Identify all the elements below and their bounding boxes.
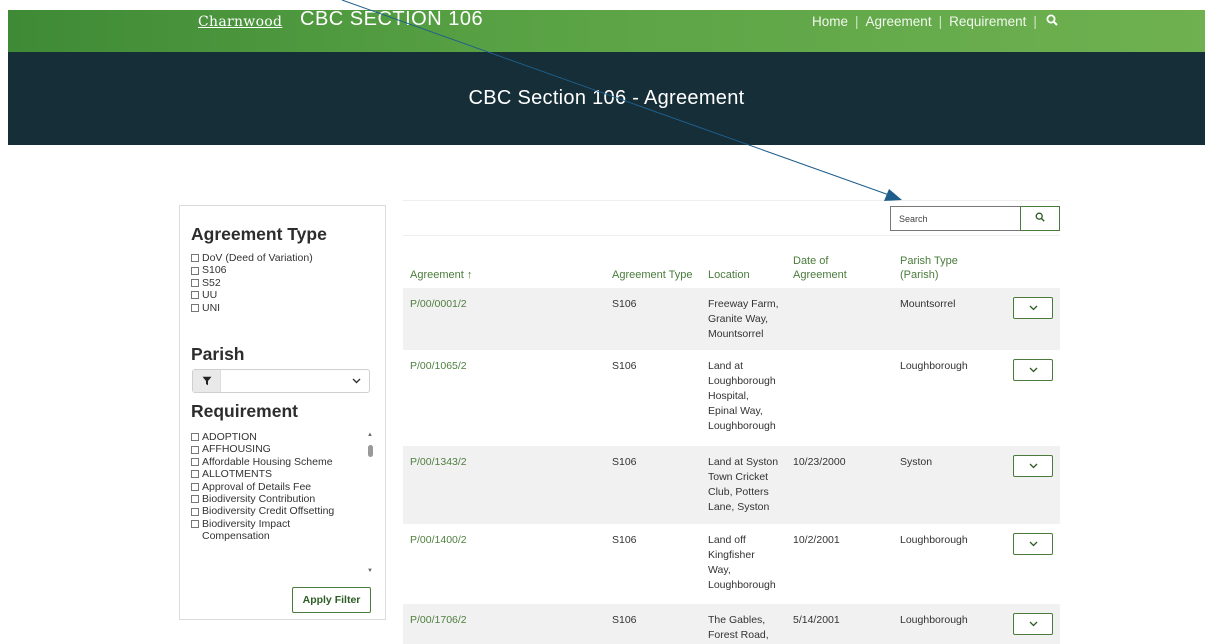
date-cell: 10/2/2001 — [793, 534, 840, 546]
table-row: P/00/1706/2 S106 The Gables, Forest Road… — [403, 604, 1060, 644]
agreement-type-list: DoV (Deed of Variation) S106 S52 UU UNI — [191, 252, 313, 314]
table-row: P/00/1065/2 S106 Land at Loughborough Ho… — [403, 350, 1060, 446]
search-icon[interactable] — [1046, 14, 1058, 29]
top-nav-bar: Charnwood CBC SECTION 106 Home | Agreeme… — [8, 8, 1205, 52]
requirement-checkbox[interactable]: Biodiversity Contribution — [191, 493, 334, 505]
location-cell: Land at Loughborough Hospital, Epinal Wa… — [708, 360, 776, 432]
scroll-up-icon[interactable]: ▲ — [367, 432, 373, 438]
parish-heading: Parish — [191, 344, 245, 364]
expand-row-button[interactable] — [1013, 297, 1053, 319]
site-title[interactable]: CBC SECTION 106 — [300, 8, 483, 31]
parish-cell: Syston — [900, 456, 933, 468]
table-row: P/00/1343/2 S106 Land at Syston Town Cri… — [403, 446, 1060, 524]
agreement-type-checkbox[interactable]: UU — [191, 289, 313, 301]
parish-select[interactable] — [192, 369, 370, 393]
main-nav: Home | Agreement | Requirement | — [812, 14, 1058, 29]
nav-separator: | — [1033, 14, 1037, 29]
table-row: P/00/0001/2 S106 Freeway Farm, Granite W… — [403, 288, 1060, 350]
agreement-type-checkbox[interactable]: S106 — [191, 264, 313, 276]
agreement-type-cell: S106 — [612, 456, 637, 468]
checkbox-icon[interactable] — [191, 520, 199, 529]
agreement-link[interactable]: P/00/0001/2 — [410, 297, 467, 312]
nav-separator: | — [855, 14, 859, 29]
page-hero: CBC Section 106 - Agreement — [8, 52, 1205, 145]
brand-logo[interactable]: Charnwood — [198, 14, 282, 30]
date-cell: 5/14/2001 — [793, 614, 840, 626]
date-cell: 10/23/2000 — [793, 456, 846, 468]
scrollbar-thumb[interactable] — [368, 445, 373, 457]
checkbox-icon[interactable] — [191, 266, 199, 275]
nav-agreement-link[interactable]: Agreement — [866, 14, 932, 29]
checkbox-icon[interactable] — [191, 279, 199, 288]
requirement-checkbox[interactable]: Biodiversity Impact — [191, 518, 334, 530]
location-cell: The Gables, Forest Road, — [708, 614, 769, 641]
requirement-checkbox[interactable]: Affordable Housing Scheme — [191, 456, 334, 468]
checkbox-icon[interactable] — [191, 433, 199, 442]
scroll-down-icon[interactable]: ▼ — [367, 568, 373, 574]
requirement-checkbox[interactable]: Approval of Details Fee — [191, 481, 334, 493]
chevron-down-icon — [352, 376, 361, 387]
location-cell: Land at Syston Town Cricket Club, Potter… — [708, 456, 779, 513]
search-icon — [1035, 212, 1045, 225]
agreements-table: Search Agreement ↑ Agreement Type Locati… — [403, 200, 1060, 644]
checkbox-icon[interactable] — [191, 254, 199, 263]
location-cell: Freeway Farm, Granite Way, Mountsorrel — [708, 298, 779, 340]
nav-home-link[interactable]: Home — [812, 14, 848, 29]
requirement-checkbox[interactable]: AFFHOUSING — [191, 443, 334, 455]
checkbox-icon[interactable] — [191, 482, 199, 491]
requirement-checkbox[interactable]: Biodiversity Credit Offsetting — [191, 505, 334, 517]
column-header-agreement[interactable]: Agreement ↑ — [410, 268, 472, 282]
parish-cell: Loughborough — [900, 534, 968, 546]
checkbox-icon[interactable] — [191, 445, 199, 454]
table-toolbar: Search — [403, 200, 1060, 236]
search-input[interactable]: Search — [890, 206, 1031, 231]
nav-separator: | — [938, 14, 943, 29]
column-header-date[interactable]: Date of Agreement — [793, 254, 863, 282]
expand-row-button[interactable] — [1013, 359, 1053, 381]
checkbox-icon[interactable] — [191, 495, 199, 504]
expand-row-button[interactable] — [1013, 613, 1053, 635]
parish-cell: Loughborough — [900, 614, 968, 626]
checkbox-icon[interactable] — [191, 291, 199, 300]
checkbox-icon[interactable] — [191, 507, 199, 516]
requirement-scrollbar[interactable]: ▲ ▼ — [367, 432, 375, 574]
agreement-link[interactable]: P/00/1065/2 — [410, 359, 467, 374]
requirement-list: ADOPTION AFFHOUSING Affordable Housing S… — [191, 431, 334, 543]
agreement-type-checkbox[interactable]: S52 — [191, 277, 313, 289]
search-button[interactable] — [1020, 206, 1060, 231]
agreement-type-checkbox[interactable]: DoV (Deed of Variation) — [191, 252, 313, 264]
column-header-parish[interactable]: Parish Type (Parish) — [900, 254, 990, 282]
column-header-agreement-type[interactable]: Agreement Type — [612, 268, 693, 282]
table-header: Agreement ↑ Agreement Type Location Date… — [403, 236, 1060, 288]
table-row: P/00/1400/2 S106 Land off Kingfisher Way… — [403, 524, 1060, 604]
checkbox-icon[interactable] — [191, 470, 199, 479]
apply-filter-button[interactable]: Apply Filter — [292, 587, 371, 613]
agreement-type-cell: S106 — [612, 614, 637, 626]
requirement-scroll-list[interactable]: ADOPTION AFFHOUSING Affordable Housing S… — [191, 431, 373, 576]
agreement-link[interactable]: P/00/1706/2 — [410, 613, 467, 628]
requirement-label-continued: Compensation — [202, 530, 270, 543]
agreement-type-heading: Agreement Type — [191, 224, 327, 244]
parish-cell: Mountsorrel — [900, 298, 956, 310]
parish-cell: Loughborough — [900, 360, 968, 372]
filter-panel: Agreement Type DoV (Deed of Variation) S… — [179, 205, 386, 620]
expand-row-button[interactable] — [1013, 533, 1053, 555]
checkbox-icon[interactable] — [191, 458, 199, 467]
agreement-link[interactable]: P/00/1343/2 — [410, 455, 467, 470]
agreement-type-checkbox[interactable]: UNI — [191, 302, 313, 314]
requirement-checkbox[interactable]: ADOPTION — [191, 431, 334, 443]
requirement-checkbox[interactable]: ALLOTMENTS — [191, 468, 334, 480]
agreement-type-cell: S106 — [612, 360, 637, 372]
location-cell: Land off Kingfisher Way, Loughborough — [708, 534, 776, 591]
agreement-type-cell: S106 — [612, 298, 637, 310]
checkbox-icon[interactable] — [191, 303, 199, 312]
filter-icon — [193, 370, 221, 392]
agreement-link[interactable]: P/00/1400/2 — [410, 533, 467, 548]
requirement-heading: Requirement — [191, 401, 298, 421]
agreement-type-cell: S106 — [612, 534, 637, 546]
nav-requirement-link[interactable]: Requirement — [949, 14, 1026, 29]
page-title: CBC Section 106 - Agreement — [468, 87, 745, 109]
column-header-location[interactable]: Location — [708, 268, 750, 282]
expand-row-button[interactable] — [1013, 455, 1053, 477]
